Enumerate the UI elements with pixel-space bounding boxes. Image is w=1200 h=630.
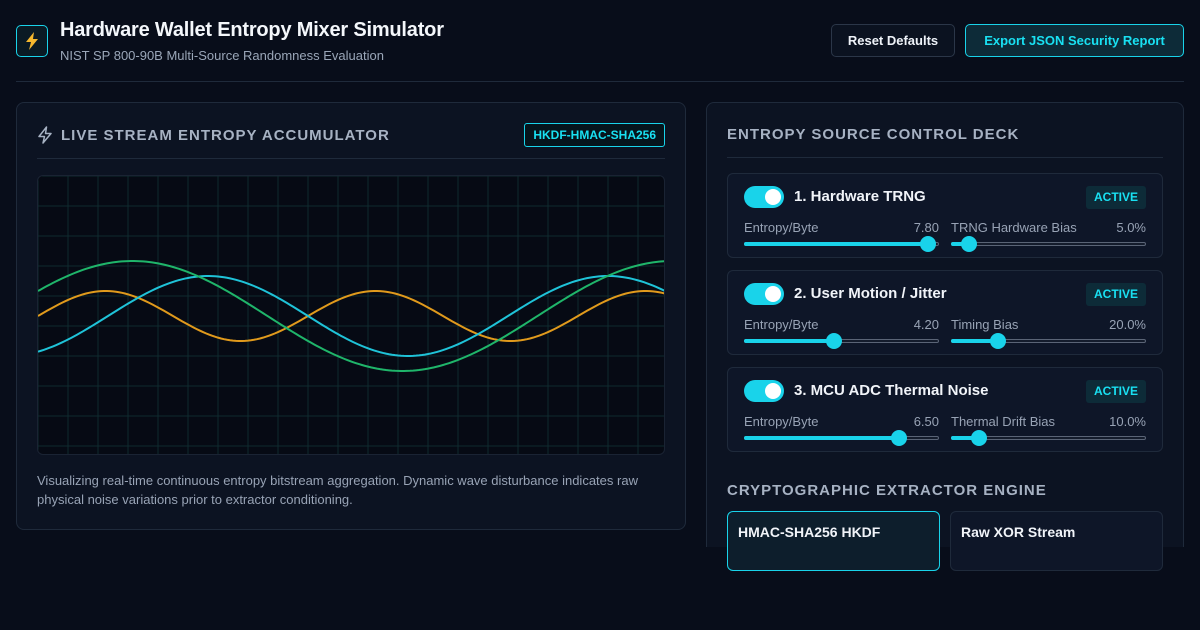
bias-label: Thermal Drift Bias (951, 414, 1056, 429)
entropy-value: 4.20 (913, 317, 939, 332)
bias-control: Timing Bias 20.0% (951, 317, 1146, 349)
visualizer-description: Visualizing real-time continuous entropy… (37, 473, 638, 507)
wave-orange (38, 290, 664, 342)
app-subtitle: NIST SP 800-90B Multi-Source Randomness … (60, 48, 384, 63)
slider-thumb[interactable] (961, 236, 978, 252)
slider-thumb[interactable] (891, 430, 908, 446)
slider-thumb[interactable] (971, 430, 988, 446)
bias-control: Thermal Drift Bias 10.0% (951, 414, 1146, 446)
source-name: 3. MCU ADC Thermal Noise (794, 382, 989, 399)
entropy-label: Entropy/Byte (744, 220, 819, 235)
source-name: 1. Hardware TRNG (794, 188, 926, 205)
bias-value: 20.0% (1109, 317, 1146, 332)
source-control-panel: ENTROPY SOURCE CONTROL DECK 1. Hardware … (706, 102, 1184, 571)
source-toggle[interactable] (744, 186, 784, 208)
entropy-accumulator-panel: LIVE STREAM ENTROPY ACCUMULATOR HKDF-HMA… (16, 102, 686, 530)
entropy-slider[interactable] (744, 333, 939, 349)
source-toggle[interactable] (744, 283, 784, 305)
entropy-control: Entropy/Byte 4.20 (744, 317, 939, 349)
toggle-knob (765, 286, 781, 302)
entropy-control: Entropy/Byte 7.80 (744, 220, 939, 252)
bias-slider[interactable] (951, 236, 1146, 252)
wave-cyan (38, 274, 664, 358)
accumulator-header: LIVE STREAM ENTROPY ACCUMULATOR HKDF-HMA… (37, 103, 665, 159)
slider-thumb[interactable] (920, 236, 937, 252)
extractor-option-hkdf[interactable]: HMAC-SHA256 HKDF (727, 511, 940, 571)
entropy-control: Entropy/Byte 6.50 (744, 414, 939, 446)
bias-slider[interactable] (951, 430, 1146, 446)
bias-label: TRNG Hardware Bias (951, 220, 1077, 235)
slider-thumb[interactable] (825, 333, 842, 349)
app-title: Hardware Wallet Entropy Mixer Simulator (60, 19, 444, 41)
status-badge: ACTIVE (1085, 186, 1146, 209)
wave-green (38, 260, 664, 372)
accumulator-title: LIVE STREAM ENTROPY ACCUMULATOR (61, 127, 390, 144)
status-badge: ACTIVE (1085, 283, 1146, 306)
entropy-slider[interactable] (744, 430, 939, 446)
entropy-slider[interactable] (744, 236, 939, 252)
divider (727, 157, 1163, 158)
extractor-option-xor[interactable]: Raw XOR Stream (950, 511, 1163, 571)
status-badge: ACTIVE (1085, 380, 1146, 403)
reset-defaults-button[interactable]: Reset Defaults (831, 24, 955, 57)
extractor-option-label: Raw XOR Stream (961, 524, 1076, 540)
bias-label: Timing Bias (951, 317, 1019, 332)
extractor-title: CRYPTOGRAPHIC EXTRACTOR ENGINE (727, 482, 1047, 499)
entropy-value: 7.80 (913, 220, 939, 235)
export-report-button[interactable]: Export JSON Security Report (965, 24, 1184, 57)
bias-value: 10.0% (1109, 414, 1146, 429)
source-card-thermal: 3. MCU ADC Thermal Noise ACTIVE Entropy/… (727, 367, 1163, 452)
entropy-label: Entropy/Byte (744, 317, 819, 332)
entropy-label: Entropy/Byte (744, 414, 819, 429)
source-card-trng: 1. Hardware TRNG ACTIVE Entropy/Byte 7.8… (727, 173, 1163, 258)
source-name: 2. User Motion / Jitter (794, 285, 947, 302)
lightning-bolt-icon (16, 25, 48, 57)
lightning-bolt-icon (37, 126, 53, 149)
extractor-option-label: HMAC-SHA256 HKDF (738, 524, 881, 540)
bias-control: TRNG Hardware Bias 5.0% (951, 220, 1146, 252)
toggle-knob (765, 383, 781, 399)
bias-slider[interactable] (951, 333, 1146, 349)
extractor-badge: HKDF-HMAC-SHA256 (524, 123, 665, 147)
app-header: Hardware Wallet Entropy Mixer Simulator … (16, 0, 1184, 82)
source-toggle[interactable] (744, 380, 784, 402)
bias-value: 5.0% (1116, 220, 1146, 235)
toggle-knob (765, 189, 781, 205)
slider-thumb[interactable] (990, 333, 1007, 349)
control-deck-title: ENTROPY SOURCE CONTROL DECK (727, 126, 1020, 143)
entropy-wave-visualizer (37, 175, 665, 455)
entropy-value: 6.50 (913, 414, 939, 429)
source-card-jitter: 2. User Motion / Jitter ACTIVE Entropy/B… (727, 270, 1163, 355)
